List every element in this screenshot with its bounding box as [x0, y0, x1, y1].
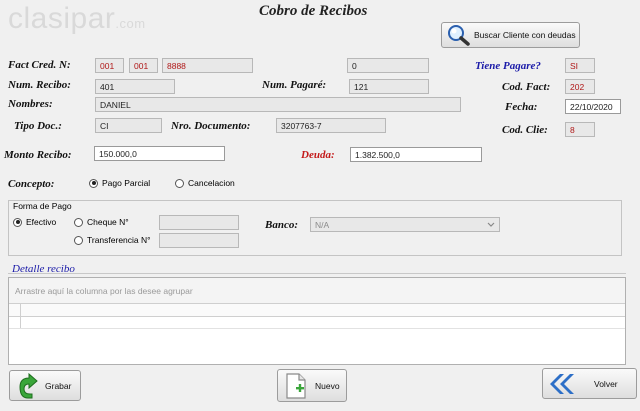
monto-recibo-field[interactable]: 150.000,0 [94, 146, 225, 161]
detalle-underline [8, 273, 626, 274]
radio-dot-selected [89, 178, 98, 188]
site-logo: clasipar.com [8, 2, 146, 36]
cheque-label: Cheque N° [87, 217, 129, 227]
chevron-down-icon [487, 222, 495, 227]
row-selector[interactable] [9, 317, 21, 328]
extra-value-field[interactable]: 0 [347, 58, 429, 73]
logo-suffix: .com [115, 16, 146, 31]
grid-header [9, 304, 625, 317]
radio-dot-selected [13, 217, 22, 227]
cancelacion-label: Cancelacion [188, 178, 235, 188]
efectivo-label: Efectivo [26, 217, 57, 227]
fact-cred-field-2[interactable]: 001 [129, 58, 158, 73]
tipo-doc-label: Tipo Doc.: [14, 120, 62, 132]
tiene-pagare-field[interactable]: SI [565, 58, 595, 73]
radio-dot [74, 235, 83, 245]
nuevo-label: Nuevo [315, 380, 340, 391]
detalle-grid[interactable]: Arrastre aquí la columna por las desee a… [8, 277, 626, 365]
pago-parcial-radio[interactable]: Pago Parcial [89, 178, 150, 188]
radio-dot [175, 178, 184, 188]
concepto-label: Concepto: [8, 178, 55, 190]
group-by-panel[interactable]: Arrastre aquí la columna por las desee a… [9, 278, 625, 304]
cod-clie-label: Cod. Clie: [502, 124, 548, 136]
volver-button[interactable]: Volver [542, 368, 637, 399]
fact-cred-label: Fact Cred. N: [8, 59, 71, 71]
transferencia-number-field[interactable] [159, 233, 239, 248]
banco-select[interactable]: N/A [310, 217, 500, 232]
deuda-label: Deuda: [301, 149, 335, 161]
fact-cred-field-3[interactable]: 8888 [162, 58, 253, 73]
nro-documento-field[interactable]: 3207763-7 [276, 118, 386, 133]
num-recibo-label: Num. Recibo: [8, 79, 71, 91]
forma-pago-title: Forma de Pago [13, 201, 72, 211]
tipo-doc-field[interactable]: CI [95, 118, 162, 133]
grid-new-row[interactable] [9, 317, 625, 329]
header-selector [9, 304, 21, 316]
buscar-cliente-button[interactable]: Buscar Cliente con deudas [441, 22, 580, 48]
cheque-number-field[interactable] [159, 215, 239, 230]
nro-documento-label: Nro. Documento: [171, 120, 251, 132]
efectivo-radio[interactable]: Efectivo [13, 217, 56, 227]
monto-recibo-label: Monto Recibo: [4, 149, 72, 161]
cod-clie-field[interactable]: 8 [565, 122, 595, 137]
logo-text: clasipar [8, 2, 116, 35]
nombres-label: Nombres: [8, 98, 53, 110]
cheque-radio[interactable]: Cheque N° [74, 217, 129, 227]
radio-dot [74, 217, 83, 227]
cancelacion-radio[interactable]: Cancelacion [175, 178, 235, 188]
fecha-label: Fecha: [505, 101, 538, 113]
window-title: Cobro de Recibos [259, 3, 368, 19]
tiene-pagare-label: Tiene Pagare? [475, 60, 541, 72]
save-arrow-icon [19, 372, 38, 398]
nombres-field[interactable]: DANIEL [95, 97, 461, 112]
num-pagare-label: Num. Pagaré: [262, 79, 327, 91]
magnifier-icon [448, 25, 470, 46]
fact-cred-field-1[interactable]: 001 [95, 58, 124, 73]
volver-label: Volver [594, 378, 618, 389]
buscar-cliente-label: Buscar Cliente con deudas [474, 30, 576, 40]
banco-label: Banco: [265, 219, 298, 231]
num-pagare-field[interactable]: 121 [349, 79, 429, 94]
deuda-field[interactable]: 1.382.500,0 [350, 147, 482, 162]
grabar-button[interactable]: Grabar [9, 370, 81, 401]
transferencia-label: Transferencia N° [87, 235, 151, 245]
num-recibo-field[interactable]: 401 [95, 79, 175, 94]
grabar-label: Grabar [45, 380, 72, 391]
new-document-icon [286, 372, 306, 399]
banco-value: N/A [315, 220, 330, 230]
fecha-field[interactable]: 22/10/2020 [565, 99, 621, 114]
cod-fact-label: Cod. Fact: [502, 81, 551, 93]
back-chevrons-icon [550, 373, 574, 394]
nuevo-button[interactable]: Nuevo [277, 369, 347, 402]
transferencia-radio[interactable]: Transferencia N° [74, 235, 151, 245]
cod-fact-field[interactable]: 202 [565, 79, 595, 94]
pago-parcial-label: Pago Parcial [102, 178, 151, 188]
